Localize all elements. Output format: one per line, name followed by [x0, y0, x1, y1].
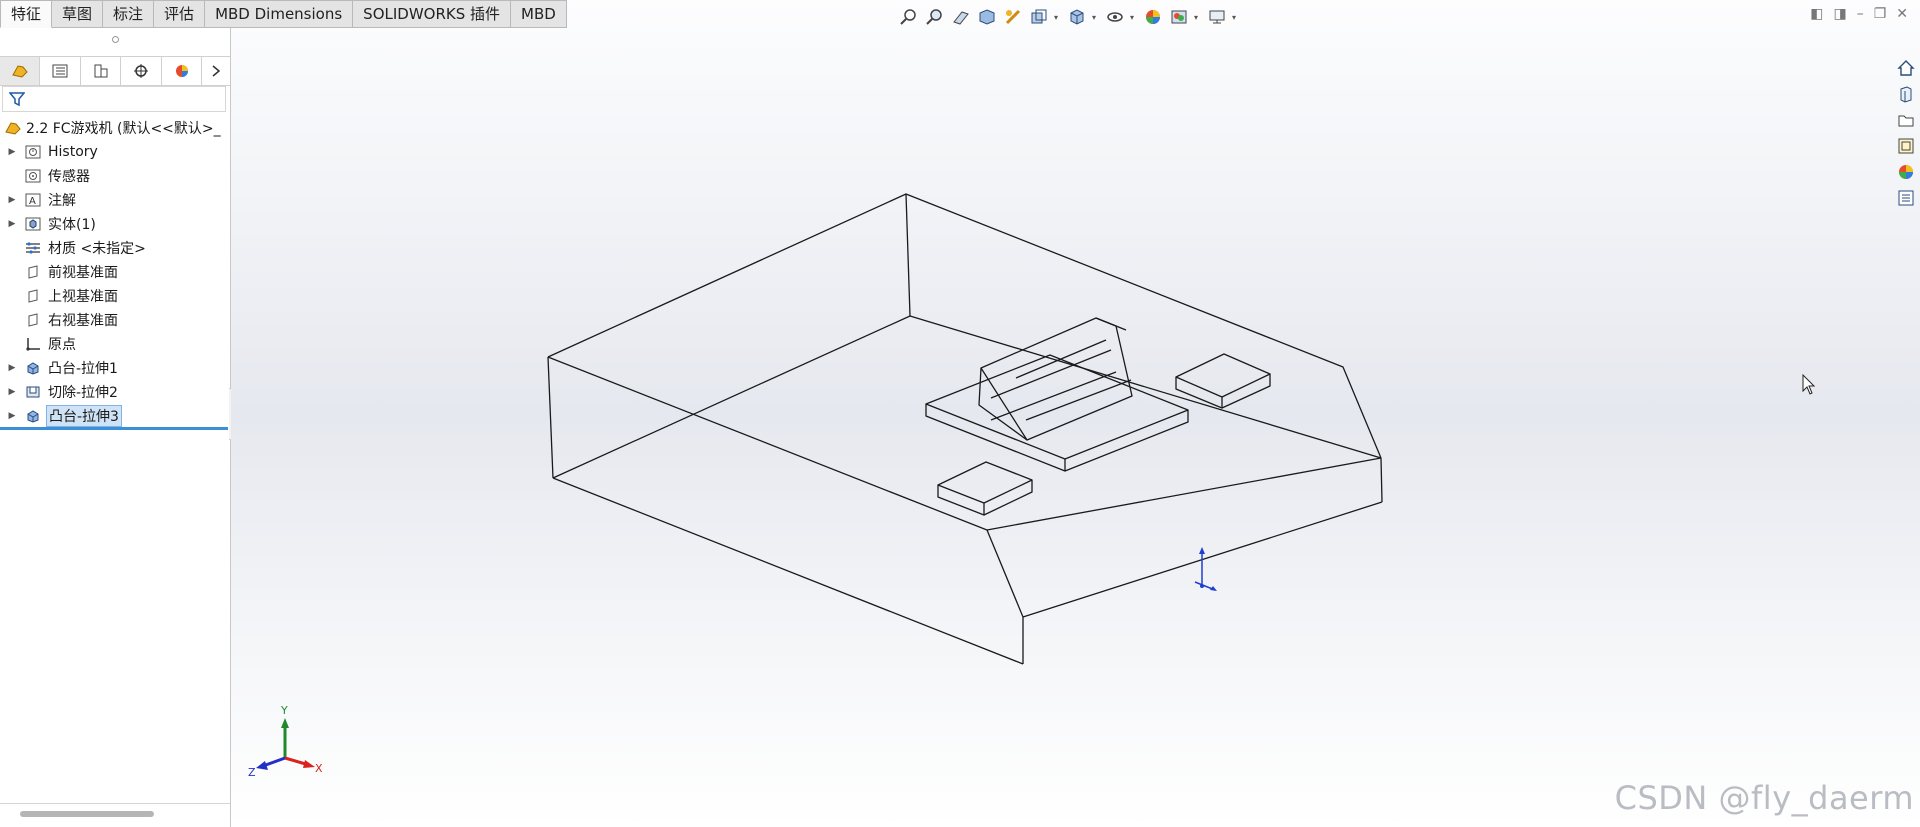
expand-arrow-icon[interactable]: ▶ [6, 147, 18, 157]
filter-icon [9, 92, 25, 107]
feature-manager-panel: 2.2 FC游戏机 (默认<<默认>_ ▶ History 传感器 ▶ A 注解… [0, 28, 231, 827]
plane-icon [24, 312, 42, 328]
appearance-icon [175, 65, 188, 77]
tree-item-label: 右视基准面 [48, 313, 118, 329]
tree-item-label: 材质 <未指定> [48, 241, 146, 257]
propertymanager-tab[interactable] [40, 57, 81, 85]
horizontal-scrollbar[interactable] [20, 811, 154, 817]
tab-evaluate[interactable]: 评估 [154, 0, 206, 28]
panel-divider [0, 803, 230, 804]
part-name: 2.2 FC游戏机 (默认<<默认>_ [26, 121, 221, 137]
tree-item-boss-extrude1[interactable]: ▶ 凸台-拉伸1 [0, 356, 230, 380]
tree-item-label: 传感器 [48, 169, 90, 185]
plane-icon [24, 264, 42, 280]
tree-item-origin[interactable]: 原点 [0, 332, 230, 356]
expand-arrow-icon[interactable]: ▶ [6, 387, 18, 397]
display-manager-tab[interactable] [162, 57, 203, 85]
watermark: CSDN @fly_daerm [1614, 779, 1914, 817]
cut-extrude-icon [24, 384, 42, 400]
origin-marker-icon [1194, 547, 1217, 591]
reference-triad: Y X Z [247, 704, 327, 782]
tree-item-label: 注解 [48, 193, 76, 209]
triad-x-label: X [315, 762, 323, 775]
tree-item-label: History [48, 144, 98, 160]
tree-item-label: 实体(1) [48, 217, 96, 233]
panel-toolbar [0, 56, 230, 86]
tree-item-label: 上视基准面 [48, 289, 118, 305]
tab-mbd[interactable]: MBD [511, 0, 567, 28]
boss-extrude-icon [24, 360, 42, 376]
history-folder-icon [24, 144, 42, 160]
feature-tree: 2.2 FC游戏机 (默认<<默认>_ ▶ History 传感器 ▶ A 注解… [0, 116, 230, 428]
plane-icon [24, 288, 42, 304]
tab-sketch[interactable]: 草图 [52, 0, 104, 28]
origin-icon [24, 336, 42, 352]
triad-y-label: Y [281, 704, 288, 717]
tree-item-front-plane[interactable]: 前视基准面 [0, 260, 230, 284]
tree-filter[interactable] [2, 86, 226, 112]
part-wireframe-model[interactable] [231, 0, 1920, 827]
configurationmanager-icon [94, 64, 108, 78]
crosshair-icon [134, 64, 149, 78]
mouse-pointer-icon [1802, 374, 1816, 395]
expand-arrow-icon[interactable]: ▶ [6, 411, 18, 421]
tree-item-material[interactable]: 材质 <未指定> [0, 236, 230, 260]
tree-item-cut-extrude2[interactable]: ▶ 切除-拉伸2 [0, 380, 230, 404]
annotations-icon: A [24, 192, 42, 208]
propertymanager-icon [52, 64, 68, 78]
triad-z-label: Z [248, 766, 256, 779]
tree-item-sensors[interactable]: 传感器 [0, 164, 230, 188]
tab-markup[interactable]: 标注 [103, 0, 155, 28]
sensors-icon [24, 168, 42, 184]
tree-item-solid-bodies[interactable]: ▶ 实体(1) [0, 212, 230, 236]
tab-solidworks-addins[interactable]: SOLIDWORKS 插件 [353, 0, 512, 28]
tree-item-label: 原点 [48, 337, 76, 353]
material-icon [24, 240, 42, 256]
tree-item-label: 凸台-拉伸1 [48, 361, 118, 377]
tree-item-boss-extrude3[interactable]: ▶ 凸台-拉伸3 [0, 404, 230, 428]
boss-extrude-icon [24, 408, 42, 424]
tree-item-history[interactable]: ▶ History [0, 140, 230, 164]
featuremanager-icon [11, 65, 28, 78]
tree-item-annotations[interactable]: ▶ A 注解 [0, 188, 230, 212]
tree-item-label: 前视基准面 [48, 265, 118, 281]
panel-grip[interactable] [112, 36, 119, 43]
configurationmanager-tab[interactable] [81, 57, 122, 85]
tree-item-label: 凸台-拉伸3 [46, 405, 122, 427]
expand-arrow-icon[interactable]: ▶ [6, 195, 18, 205]
expand-arrow-icon[interactable]: ▶ [6, 363, 18, 373]
command-manager-tabs: 特征 草图 标注 评估 MBD Dimensions SOLIDWORKS 插件… [0, 0, 567, 28]
tree-item-label: 切除-拉伸2 [48, 385, 118, 401]
tab-features[interactable]: 特征 [0, 0, 53, 28]
expand-arrow-icon[interactable]: ▶ [6, 219, 18, 229]
more-tabs-chevron-icon[interactable] [202, 57, 230, 85]
graphics-area[interactable]: ▾ ▾ ▾ ▾ ▾ ◧ ◨ – ❐ ✕ Y X Z CSDN @fly_daer… [231, 0, 1920, 827]
rollback-bar[interactable] [0, 427, 228, 430]
part-icon [5, 122, 21, 135]
svg-text:A: A [29, 196, 36, 207]
solid-bodies-icon [24, 216, 42, 232]
tree-item-right-plane[interactable]: 右视基准面 [0, 308, 230, 332]
tree-root-part[interactable]: 2.2 FC游戏机 (默认<<默认>_ [0, 116, 230, 140]
tree-item-top-plane[interactable]: 上视基准面 [0, 284, 230, 308]
dimxpert-tab[interactable] [121, 57, 162, 85]
featuremanager-tab[interactable] [0, 57, 41, 85]
tab-mbd-dimensions[interactable]: MBD Dimensions [205, 0, 354, 28]
